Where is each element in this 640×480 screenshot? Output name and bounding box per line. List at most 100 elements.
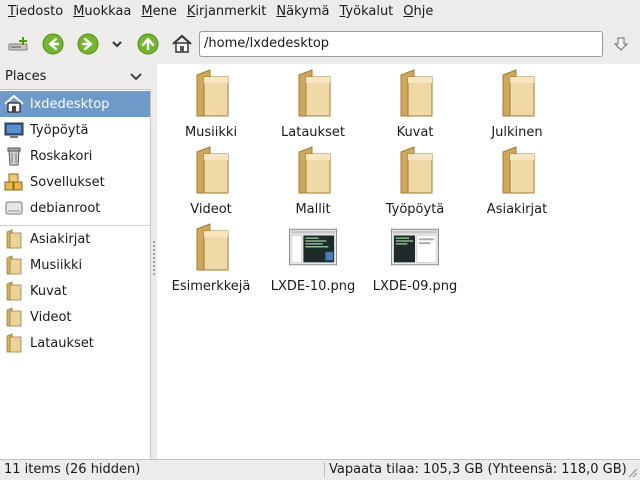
folder-icon bbox=[6, 281, 22, 301]
sidebar-item-debianroot[interactable]: debianroot bbox=[0, 195, 150, 221]
file-name: Lataukset bbox=[281, 125, 345, 140]
menu-label: irjanmerkit bbox=[195, 4, 267, 19]
sidebar-item-videot[interactable]: Videot bbox=[0, 304, 150, 330]
folder-icon bbox=[400, 146, 433, 194]
folder-icon bbox=[6, 255, 22, 275]
sidebar-item-lataukset[interactable]: Lataukset bbox=[0, 330, 150, 356]
sidebar-item-asiakirjat[interactable]: Asiakirjat bbox=[0, 226, 150, 252]
home-icon bbox=[4, 94, 24, 113]
menu-mnemonic: T bbox=[8, 4, 16, 19]
menu-tiedosto[interactable]: Tiedosto bbox=[4, 0, 69, 24]
menu-mnemonic: M bbox=[73, 4, 85, 19]
sidebar-item-label: Asiakirjat bbox=[30, 231, 91, 247]
menu-label: äkymä bbox=[286, 4, 330, 19]
menu-mnemonic: N bbox=[276, 4, 287, 19]
sidebar-item-sovellukset[interactable]: Sovellukset bbox=[0, 169, 150, 195]
folder-icon bbox=[502, 69, 535, 117]
go-button[interactable] bbox=[610, 32, 634, 56]
location-bar[interactable]: /home/lxdedesktop bbox=[199, 31, 603, 57]
up-button[interactable] bbox=[136, 32, 160, 56]
folder-icon bbox=[196, 69, 229, 117]
file-item-asiakirjat[interactable]: Asiakirjat bbox=[467, 146, 567, 222]
file-name: LXDE-09.png bbox=[372, 279, 458, 294]
places-title: Places bbox=[5, 69, 47, 84]
menu-muokkaa[interactable]: Muokkaa bbox=[69, 0, 137, 24]
sidebar-item-musiikki[interactable]: Musiikki bbox=[0, 252, 150, 278]
back-icon bbox=[42, 33, 64, 55]
folder-icon bbox=[298, 69, 331, 117]
menu-label: hje bbox=[413, 4, 434, 19]
menu-nakyma[interactable]: Näkymä bbox=[272, 0, 335, 24]
forward-button[interactable] bbox=[76, 32, 100, 56]
sidebar-item-kuvat[interactable]: Kuvat bbox=[0, 278, 150, 304]
image-thumbnail-icon bbox=[391, 228, 439, 266]
menu-label: ene bbox=[152, 4, 177, 19]
status-free-space: Vapaata tilaa: 105,3 GB (Yhteensä: 118,0… bbox=[329, 462, 627, 477]
file-name: Kuvat bbox=[396, 125, 434, 140]
sidebar-item-tyopoyta[interactable]: Työpöytä bbox=[0, 117, 150, 143]
forward-icon bbox=[77, 33, 99, 55]
file-item-lataukset[interactable]: Lataukset bbox=[263, 69, 363, 145]
chevron-down-icon[interactable] bbox=[129, 70, 143, 84]
menu-label: uokkaa bbox=[84, 4, 132, 19]
sidebar-item-label: lxdedesktop bbox=[30, 96, 110, 112]
desktop-icon bbox=[4, 122, 24, 138]
new-tab-icon bbox=[8, 37, 28, 51]
menu-ohje[interactable]: Ohje bbox=[399, 0, 439, 24]
status-separator bbox=[324, 462, 325, 478]
menu-mnemonic: O bbox=[403, 4, 414, 19]
file-name: Julkinen bbox=[491, 125, 543, 140]
sidebar-item-label: Sovellukset bbox=[30, 174, 105, 190]
sidebar-item-label: Kuvat bbox=[30, 283, 67, 299]
file-view: Musiikki Lataukset Kuvat Julkinen Videot… bbox=[157, 64, 640, 459]
file-name: Asiakirjat bbox=[486, 202, 548, 217]
menu-mnemonic: M bbox=[141, 4, 153, 19]
home-icon bbox=[172, 34, 192, 53]
go-icon bbox=[613, 37, 629, 51]
sidebar-item-label: Työpöytä bbox=[30, 122, 89, 138]
splitter-grip bbox=[152, 240, 156, 276]
file-item-lxde-10[interactable]: LXDE-10.png bbox=[263, 223, 363, 299]
file-item-mallit[interactable]: Mallit bbox=[263, 146, 363, 222]
file-item-esimerkkeja[interactable]: Esimerkkejä bbox=[161, 223, 261, 299]
applications-icon bbox=[4, 173, 23, 191]
resize-grip-icon[interactable] bbox=[626, 466, 638, 478]
trash-icon bbox=[7, 147, 21, 166]
file-item-videot[interactable]: Videot bbox=[161, 146, 261, 222]
home-button[interactable] bbox=[170, 32, 194, 56]
folder-icon bbox=[502, 146, 535, 194]
file-item-kuvat[interactable]: Kuvat bbox=[365, 69, 465, 145]
toolbar: /home/lxdedesktop bbox=[0, 24, 640, 64]
menu-tyokalut[interactable]: Työkalut bbox=[336, 0, 400, 24]
new-tab-button[interactable] bbox=[6, 32, 30, 56]
folder-icon bbox=[400, 69, 433, 117]
image-thumbnail-icon bbox=[289, 228, 337, 266]
sidebar-item-roskakori[interactable]: Roskakori bbox=[0, 143, 150, 169]
sidebar: Places lxdedesktop Työpöytä Roskakori So… bbox=[0, 64, 151, 459]
file-item-julkinen[interactable]: Julkinen bbox=[467, 69, 567, 145]
folder-icon bbox=[6, 333, 22, 353]
sidebar-item-label: Videot bbox=[30, 309, 72, 325]
file-item-lxde-09[interactable]: LXDE-09.png bbox=[365, 223, 465, 299]
folder-icon bbox=[196, 146, 229, 194]
menu-kirjanmerkit[interactable]: Kirjanmerkit bbox=[183, 0, 273, 24]
sidebar-item-label: debianroot bbox=[30, 200, 101, 216]
file-name: Musiikki bbox=[184, 125, 238, 140]
menu-label: yökalut bbox=[345, 4, 394, 19]
history-dropdown-button[interactable] bbox=[105, 32, 129, 56]
file-name: Videot bbox=[190, 202, 232, 217]
file-item-musiikki[interactable]: Musiikki bbox=[161, 69, 261, 145]
back-button[interactable] bbox=[41, 32, 65, 56]
statusbar: 11 items (26 hidden) Vapaata tilaa: 105,… bbox=[0, 459, 640, 480]
menubar: Tiedosto Muokkaa Mene Kirjanmerkit Näkym… bbox=[0, 0, 640, 24]
places-header[interactable]: Places bbox=[0, 64, 151, 90]
folder-icon bbox=[298, 146, 331, 194]
sidebar-item-lxdedesktop[interactable]: lxdedesktop bbox=[0, 91, 150, 117]
status-item-count: 11 items (26 hidden) bbox=[4, 462, 141, 477]
drive-icon bbox=[5, 201, 23, 215]
file-name: LXDE-10.png bbox=[270, 279, 356, 294]
folder-icon bbox=[6, 229, 22, 249]
menu-label: iedosto bbox=[15, 4, 64, 19]
menu-mene[interactable]: Mene bbox=[137, 0, 182, 24]
file-item-tyopoyta[interactable]: Työpöytä bbox=[365, 146, 465, 222]
